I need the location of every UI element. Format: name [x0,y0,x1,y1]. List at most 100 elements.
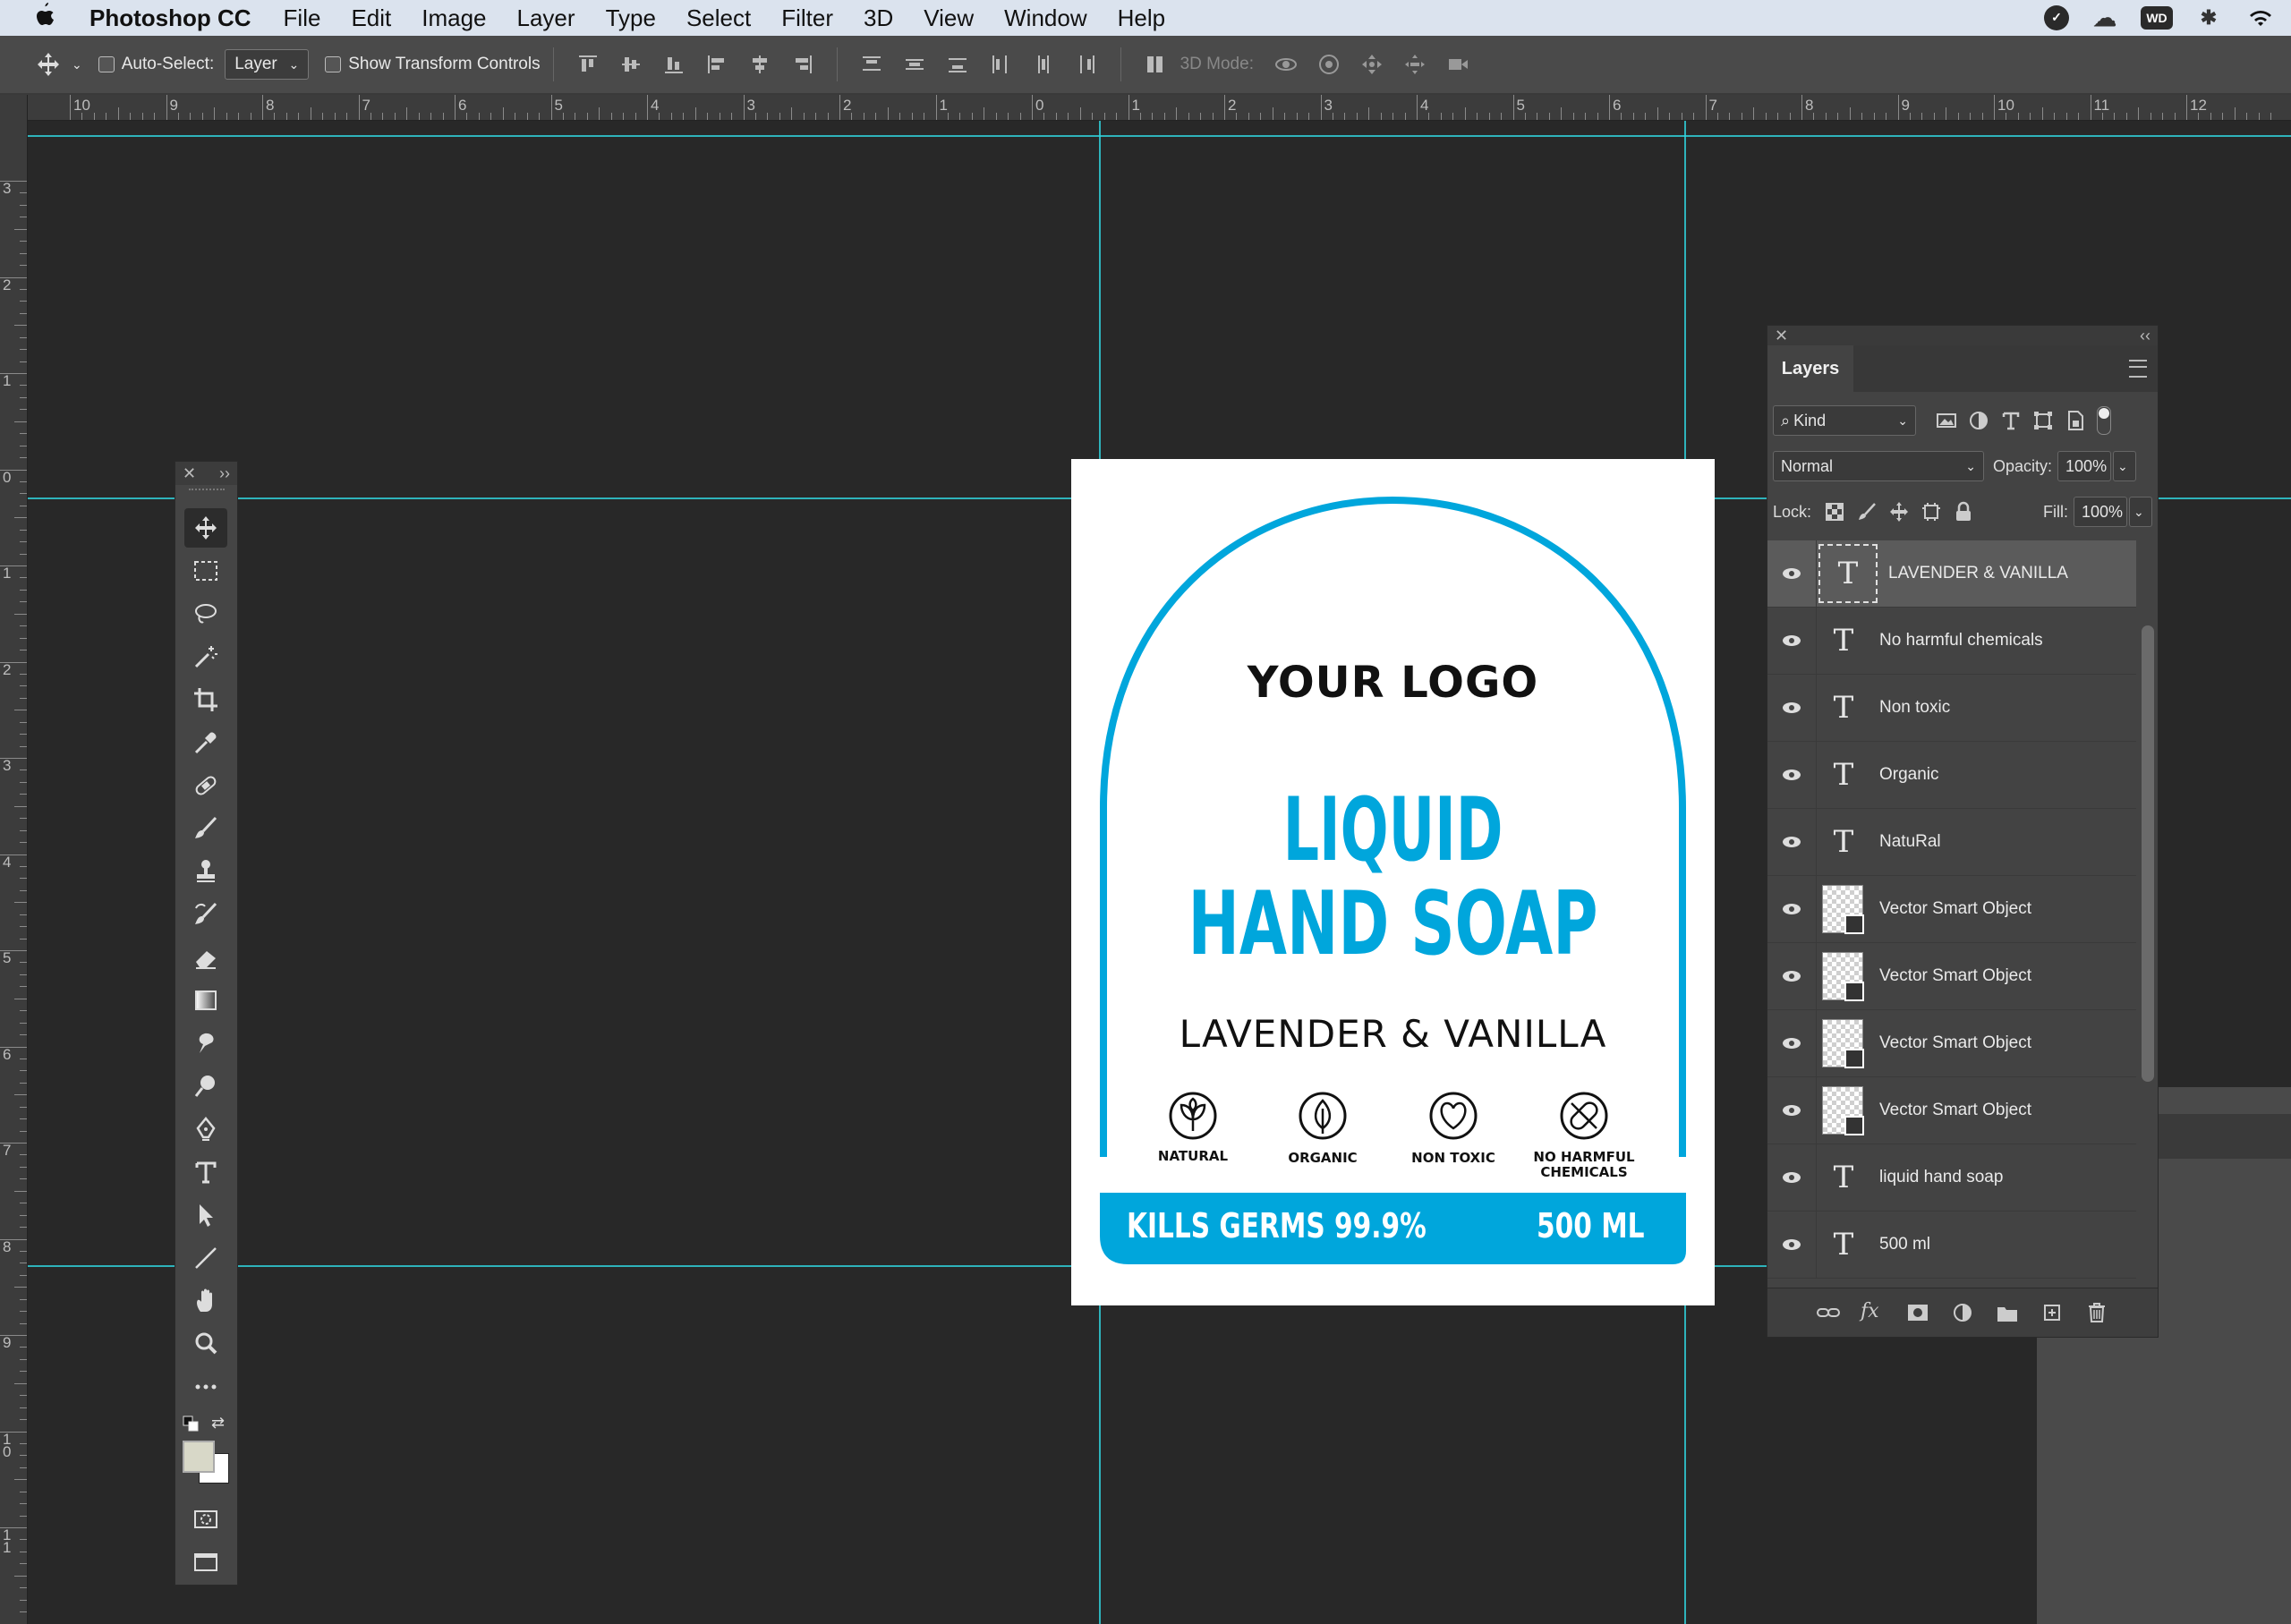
vertical-ruler[interactable]: 32101234567891 01 1 [0,95,28,1624]
transform-controls-checkbox[interactable] [325,56,342,72]
filter-shape-icon[interactable] [2032,410,2054,431]
auto-select-dropdown[interactable]: Layer ⌄ [225,49,310,80]
filter-adjustment-icon[interactable] [1968,410,1989,431]
add-mask-icon[interactable] [1905,1300,1930,1325]
creative-cloud-icon[interactable]: ✓ [2044,5,2069,30]
distribute-bottom-icon[interactable] [945,52,970,77]
panel-menu-icon[interactable] [2129,360,2147,378]
layer-name[interactable]: Vector Smart Object [1879,966,2031,986]
layer-name[interactable]: LAVENDER & VANILLA [1888,564,2068,583]
filter-kind-dropdown[interactable]: ⌕ Kind ⌄ [1773,405,1916,436]
eyedropper-tool[interactable] [184,723,227,762]
eye-icon[interactable] [1767,540,1817,607]
layer-name[interactable]: Vector Smart Object [1879,1101,2031,1120]
layer-name[interactable]: NatuRal [1879,832,1941,852]
eye-icon[interactable] [1767,742,1817,808]
3d-scale-icon[interactable] [1445,52,1470,77]
distribute-hcenter-icon[interactable] [1031,52,1056,77]
no-chemicals-label[interactable]: NO HARMFUL CHEMICALS [1521,1150,1647,1180]
label-logo-text[interactable]: YOUR LOGO [1071,658,1715,708]
layer-row[interactable]: T 500 ml [1767,1212,2136,1279]
lock-image-icon[interactable] [1856,501,1878,523]
label-scent-text[interactable]: LAVENDER & VANILLA [1071,1012,1715,1056]
layer-row[interactable]: Vector Smart Object [1767,1077,2136,1144]
blend-mode-dropdown[interactable]: Normal ⌄ [1773,451,1984,481]
bluetooth-icon[interactable]: ✱ [2193,6,2225,30]
wifi-icon[interactable] [2244,6,2277,30]
menu-help[interactable]: Help [1118,4,1165,32]
close-icon[interactable]: ✕ [1775,327,1788,345]
layer-row[interactable]: Vector Smart Object [1767,1010,2136,1077]
menu-image[interactable]: Image [422,4,486,32]
eye-icon[interactable] [1767,675,1817,741]
menu-type[interactable]: Type [606,4,656,32]
swap-colors-icon[interactable]: ⇄ [211,1414,231,1433]
default-colors-icon[interactable] [183,1416,199,1432]
menu-view[interactable]: View [924,4,974,32]
layer-name[interactable]: liquid hand soap [1879,1168,2003,1187]
app-name[interactable]: Photoshop CC [89,4,251,32]
history-brush-tool[interactable] [184,895,227,934]
eye-icon[interactable] [1767,1212,1817,1278]
trash-icon[interactable] [2084,1300,2109,1325]
align-hcenter-icon[interactable] [747,52,772,77]
expand-icon[interactable]: ›› [219,464,230,483]
new-group-icon[interactable] [1995,1300,2020,1325]
menu-select[interactable]: Select [686,4,751,32]
foreground-color-swatch[interactable] [183,1441,215,1473]
layer-row[interactable]: T LAVENDER & VANILLA [1767,540,2136,608]
zoom-tool[interactable] [184,1324,227,1364]
auto-align-icon[interactable] [1143,52,1168,77]
quick-mask-tool[interactable] [184,1500,227,1539]
fill-dropdown[interactable]: ⌄ [2129,497,2152,527]
natural-label[interactable]: NATURAL [1148,1148,1238,1164]
line-tool[interactable] [184,1238,227,1278]
distribute-left-icon[interactable] [988,52,1013,77]
path-selection-tool[interactable] [184,1195,227,1235]
menu-window[interactable]: Window [1004,4,1086,32]
layer-name[interactable]: No harmful chemicals [1879,631,2043,650]
eye-icon[interactable] [1767,876,1817,942]
non-toxic-label[interactable]: NON TOXIC [1400,1150,1507,1166]
distribute-right-icon[interactable] [1074,52,1099,77]
menu-filter[interactable]: Filter [781,4,833,32]
layer-row[interactable]: T NatuRal [1767,809,2136,876]
align-left-icon[interactable] [704,52,729,77]
layer-name[interactable]: 500 ml [1879,1235,1930,1254]
lock-position-icon[interactable] [1888,501,1910,523]
smudge-tool[interactable] [184,1024,227,1063]
layer-row[interactable]: Vector Smart Object [1767,943,2136,1010]
align-top-icon[interactable] [575,52,600,77]
menu-3d[interactable]: 3D [864,4,893,32]
layer-name[interactable]: Vector Smart Object [1879,899,2031,919]
eye-icon[interactable] [1767,809,1817,875]
layer-row[interactable]: T Non toxic [1767,675,2136,742]
close-icon[interactable]: ✕ [183,464,196,483]
eye-icon[interactable] [1767,1077,1817,1144]
filter-pixel-icon[interactable] [1936,410,1957,431]
3d-roll-icon[interactable] [1316,52,1341,77]
crop-tool[interactable] [184,680,227,719]
opacity-dropdown[interactable]: ⌄ [2113,451,2137,481]
brush-tool[interactable] [184,809,227,848]
layers-scrollbar[interactable] [2142,625,2154,1082]
lasso-tool[interactable] [184,594,227,633]
align-right-icon[interactable] [790,52,815,77]
tab-layers[interactable]: Layers [1767,345,1853,392]
gradient-tool[interactable] [184,981,227,1020]
lock-all-icon[interactable] [1953,501,1974,523]
magic-wand-tool[interactable] [184,637,227,676]
adjustment-layer-icon[interactable] [1950,1300,1975,1325]
eye-icon[interactable] [1767,1144,1817,1211]
label-title-line2[interactable]: HAND SOAP [1168,873,1618,975]
fill-input[interactable]: 100% [2074,497,2127,527]
align-bottom-icon[interactable] [661,52,686,77]
layer-row[interactable]: T liquid hand soap [1767,1144,2136,1212]
link-layers-icon[interactable] [1816,1300,1841,1325]
move-tool-preset-icon[interactable] [29,45,68,84]
pen-tool[interactable] [184,1110,227,1149]
band-right-text[interactable]: 500 ML [1537,1206,1645,1246]
apple-icon[interactable] [32,1,68,35]
3d-orbit-icon[interactable] [1273,52,1299,77]
panel-grip[interactable] [188,489,225,501]
